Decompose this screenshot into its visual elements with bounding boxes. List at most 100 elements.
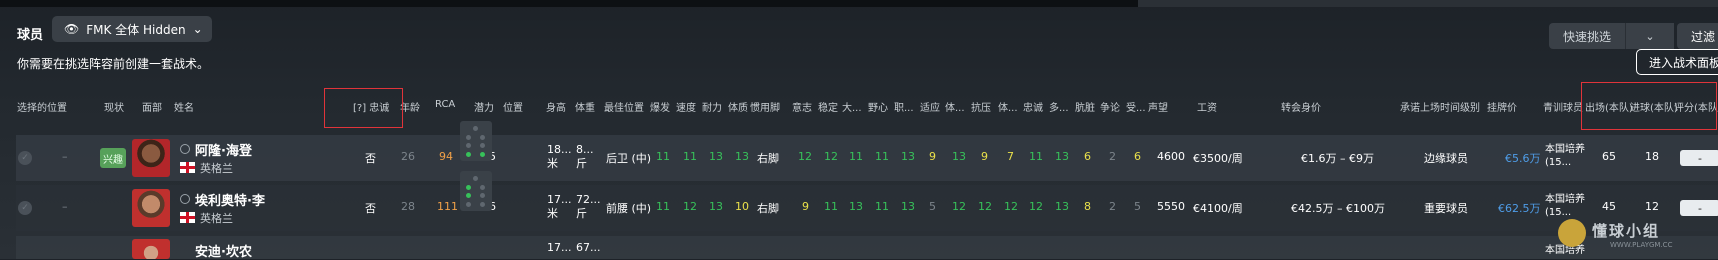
col-stamina[interactable]: 耐力 [702, 99, 722, 114]
rating-button[interactable]: - [1680, 200, 1718, 216]
player-name[interactable]: 安迪·坎农 [195, 241, 252, 260]
weight: 8...斤 [576, 143, 594, 170]
col-adapt[interactable]: 适应 [920, 99, 940, 114]
attr-multi: 13 [1055, 200, 1069, 213]
col-strength[interactable]: 体质 [728, 99, 748, 114]
col-weight[interactable]: 体重 [575, 99, 595, 114]
tactic-panel-button[interactable]: 进入战术面板 [1636, 49, 1718, 75]
col-potential[interactable]: 潜力 [474, 99, 494, 114]
attr-stamina: 13 [709, 200, 723, 213]
foot: 右脚 [757, 152, 779, 165]
player-nation: 英格兰 [200, 212, 233, 225]
apps: 65 [1602, 150, 1616, 163]
table-row[interactable]: ✓ – 兴趣 阿隆·海登 英格兰 否 26 94 115 18...米 8...… [16, 121, 1718, 181]
col-stability[interactable]: 稳定 [818, 99, 838, 114]
reputation: 5550 [1157, 200, 1185, 213]
attr-strength: 10 [735, 200, 749, 213]
watermark-text: 懂球小组 [1592, 222, 1661, 240]
col-name[interactable]: 姓名 [174, 99, 194, 114]
attr-sports2: 7 [1007, 150, 1014, 163]
col-transfer-value[interactable]: 转会身价 [1281, 99, 1321, 114]
player-name[interactable]: 阿隆·海登 [195, 140, 252, 159]
rca: 111 [437, 200, 458, 213]
attr-sports2: 12 [1004, 200, 1018, 213]
col-sports2[interactable]: 体... [998, 99, 1018, 114]
view-selector-button[interactable]: 👁 FMK 全体 Hidden ⌄ [52, 16, 212, 42]
watermark-logo-icon [1558, 219, 1586, 247]
attr-ambition: 11 [875, 150, 889, 163]
col-youth[interactable]: 青训球员 [1543, 99, 1583, 114]
filter-button[interactable]: 过滤 [1677, 23, 1718, 49]
col-explosive[interactable]: 爆发 [650, 99, 670, 114]
attr-big-match: 11 [849, 150, 863, 163]
col-rca[interactable]: RCA [435, 99, 455, 110]
attr-will: 12 [798, 150, 812, 163]
highlight-box-stats-cols [1581, 82, 1717, 130]
best-position: 后卫 (中) [606, 152, 652, 165]
transfer-value: €42.5万 – €100万 [1291, 202, 1385, 215]
col-face[interactable]: 面部 [142, 99, 162, 114]
person-icon [180, 144, 190, 154]
asking-price: €62.5万 [1498, 202, 1541, 215]
col-status[interactable]: 现状 [104, 99, 124, 114]
quick-pick-dropdown[interactable]: ⌄ [1625, 23, 1674, 49]
attr-ambition: 11 [875, 200, 889, 213]
col-squad-status[interactable]: 承诺上场时间级别 [1400, 99, 1480, 114]
col-sports[interactable]: 体... [945, 99, 965, 114]
rating-button[interactable]: - [1680, 150, 1718, 166]
position-pitch-icon [460, 171, 492, 211]
col-multi[interactable]: 多... [1049, 99, 1069, 114]
player-name[interactable]: 埃利奥特·李 [195, 190, 265, 209]
attr-pressure: 9 [981, 150, 988, 163]
player-nation: 英格兰 [200, 162, 233, 175]
col-best-position[interactable]: 最佳位置 [604, 99, 644, 114]
col-professional[interactable]: 职... [894, 99, 914, 114]
col-big-match[interactable]: 大... [842, 99, 862, 114]
attr-speed: 11 [683, 150, 697, 163]
attr-explosive: 11 [656, 200, 670, 213]
col-height[interactable]: 身高 [546, 99, 566, 114]
attr-explosive: 11 [656, 150, 670, 163]
check-icon[interactable]: ✓ [18, 201, 32, 215]
check-icon[interactable]: ✓ [18, 151, 32, 165]
attr-dirty: 8 [1084, 200, 1091, 213]
attr-stability: 11 [824, 200, 838, 213]
transfer-value: €1.6万 – €9万 [1301, 152, 1374, 165]
col-wage[interactable]: 工资 [1197, 99, 1217, 114]
col-controversy[interactable]: 争论 [1100, 99, 1120, 114]
col-injury[interactable]: 受... [1126, 99, 1146, 114]
england-flag-icon [180, 212, 195, 223]
best-position: 前腰 (中) [606, 202, 652, 215]
col-reputation[interactable]: 声望 [1148, 99, 1168, 114]
col-dirty[interactable]: 肮脏 [1075, 99, 1095, 114]
top-strip [0, 0, 1718, 7]
col-speed[interactable]: 速度 [676, 99, 696, 114]
col-loyalty[interactable]: 忠诚 [1023, 99, 1043, 114]
page-title: 球员 [17, 28, 44, 43]
reputation: 4600 [1157, 150, 1185, 163]
squad-status: 重要球员 [1424, 202, 1468, 215]
person-icon [180, 194, 190, 204]
table-row[interactable]: ✓ – 埃利奥特·李 英格兰 否 28 111 116 17...米 72...… [16, 171, 1718, 231]
col-age[interactable]: 年龄 [400, 99, 420, 114]
attr-injury: 5 [1134, 200, 1141, 213]
table-row[interactable]: 安迪·坎农 17... 67... 本国培养 [16, 236, 1718, 260]
col-asking-price[interactable]: 挂牌价 [1487, 99, 1517, 114]
eye-icon: 👁 [64, 22, 80, 36]
col-position[interactable]: 位置 [503, 99, 523, 114]
attr-professional: 13 [901, 150, 915, 163]
attr-injury: 6 [1134, 150, 1141, 163]
col-selected-position[interactable]: 选择的位置 [17, 99, 67, 114]
height: 18...米 [547, 143, 572, 170]
weight: 67... [576, 241, 601, 254]
attr-adapt: 5 [929, 200, 936, 213]
col-pressure[interactable]: 抗压 [971, 99, 991, 114]
hidden-value: 否 [365, 152, 376, 165]
attr-stamina: 13 [709, 150, 723, 163]
attr-controversy: 2 [1109, 150, 1116, 163]
col-foot[interactable]: 惯用脚 [750, 99, 780, 114]
attr-pressure: 12 [978, 200, 992, 213]
top-strip-right [1138, 0, 1718, 7]
col-ambition[interactable]: 野心 [868, 99, 888, 114]
col-will[interactable]: 意志 [792, 99, 812, 114]
